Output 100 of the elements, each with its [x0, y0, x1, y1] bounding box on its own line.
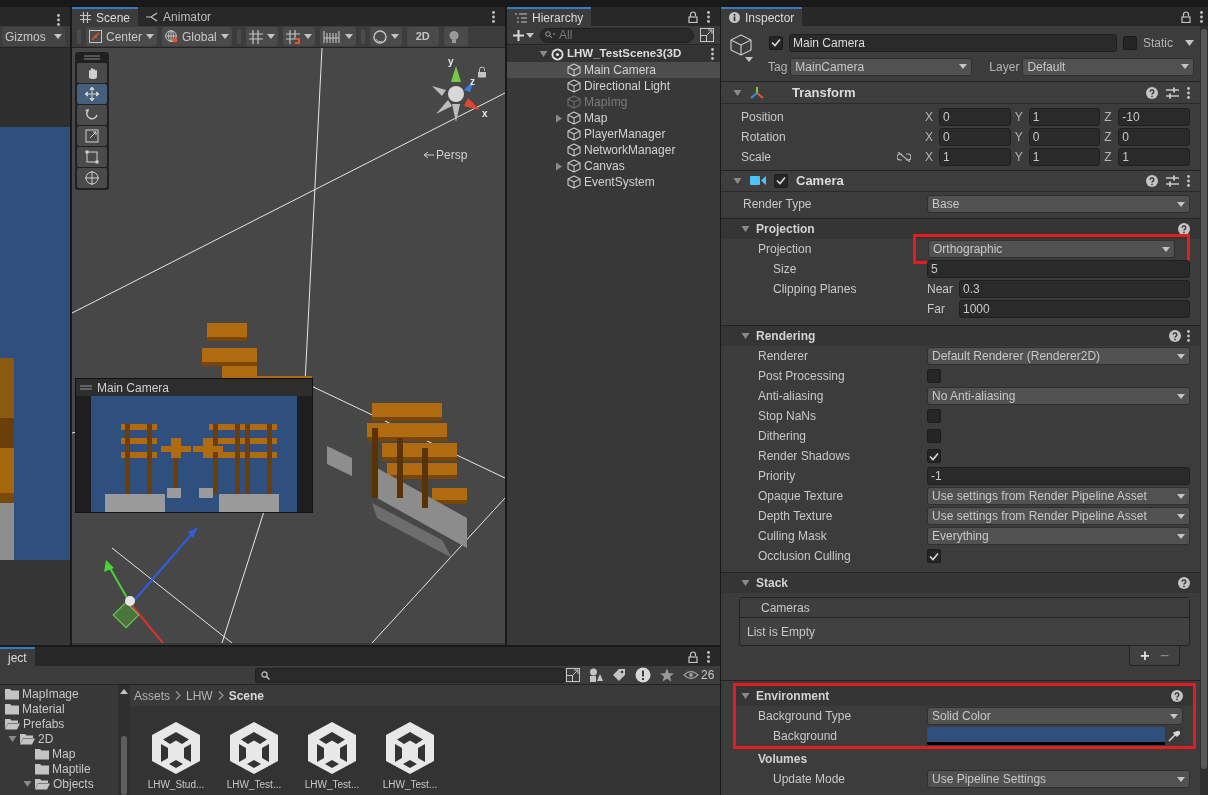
scroll-up-icon[interactable]	[120, 689, 128, 694]
number-field[interactable]: -1	[927, 467, 1190, 485]
number-field[interactable]: 1	[1118, 147, 1190, 166]
section-header[interactable]: Environment	[736, 686, 1193, 706]
hierarchy-item[interactable]: NetworkManager	[507, 142, 720, 158]
scrollbar[interactable]	[1200, 26, 1208, 795]
checkbox[interactable]	[1123, 35, 1137, 50]
asset-item[interactable]: LHW_Test...	[378, 720, 442, 792]
hierarchy-item[interactable]: Main Camera	[507, 62, 720, 78]
dropdown[interactable]: Base	[927, 195, 1190, 213]
name-field[interactable]: Main Camera	[789, 33, 1117, 52]
increment-dropdown[interactable]	[319, 27, 356, 46]
checkbox[interactable]	[927, 449, 941, 463]
panel-tab[interactable]: Hierarchy	[507, 7, 592, 26]
scrollbar[interactable]	[118, 685, 130, 795]
checkbox[interactable]	[927, 369, 941, 383]
panel-tab[interactable]: Scene	[72, 7, 139, 26]
scene-row[interactable]: LHW_TestScene3(3D	[507, 46, 720, 62]
panel-tab[interactable]: Inspector	[721, 7, 803, 26]
dropdown[interactable]: Everything	[927, 527, 1190, 545]
foldout-arrow-icon[interactable]	[741, 692, 750, 700]
snap-dropdown[interactable]	[282, 27, 315, 46]
foldout-arrow-icon[interactable]	[741, 579, 750, 587]
tool-button[interactable]	[77, 126, 107, 146]
cube-icon[interactable]	[729, 33, 753, 57]
checkbox[interactable]	[927, 429, 941, 443]
hierarchy-item[interactable]: EventSystem	[507, 174, 720, 190]
caret-icon[interactable]	[1185, 39, 1194, 46]
breadcrumb-link[interactable]: LHW	[186, 686, 213, 705]
number-field[interactable]: 0	[1118, 127, 1190, 146]
dropdown[interactable]: Solid Color	[927, 707, 1183, 725]
checkbox[interactable]	[774, 173, 788, 188]
dropdown[interactable]: Use settings from Render Pipeline Asset	[927, 507, 1190, 525]
lighting-toggle[interactable]	[443, 27, 468, 46]
help-icon[interactable]	[1178, 577, 1190, 589]
more-icon[interactable]	[492, 10, 495, 23]
grid-dropdown[interactable]	[245, 27, 278, 46]
foldout-arrow-icon[interactable]	[23, 779, 32, 788]
tool-button[interactable]	[77, 105, 107, 125]
dropdown[interactable]: Use Pipeline Settings	[927, 770, 1190, 788]
number-field[interactable]: 0	[1028, 127, 1101, 146]
dropdown[interactable]: No Anti-aliasing	[927, 387, 1190, 405]
number-field[interactable]: -10	[1118, 107, 1190, 126]
more-icon[interactable]	[57, 14, 60, 26]
tool-button[interactable]	[77, 147, 107, 167]
folder-item[interactable]: MapImage	[0, 686, 118, 701]
scene-search-icon[interactable]	[566, 668, 580, 682]
section-header[interactable]: Rendering	[721, 326, 1200, 346]
hierarchy-item[interactable]: Canvas	[507, 158, 720, 174]
tool-button[interactable]	[77, 84, 107, 104]
number-field[interactable]: 1	[939, 147, 1011, 166]
dropdown[interactable]: Use settings from Render Pipeline Asset	[927, 487, 1190, 505]
layer-dropdown[interactable]: Default	[1022, 57, 1194, 76]
checkbox[interactable]	[769, 35, 783, 50]
space-dropdown[interactable]: Global	[162, 27, 232, 46]
dropdown[interactable]: Default Renderer (Renderer2D)	[927, 347, 1190, 365]
number-field[interactable]: 0.3	[959, 280, 1190, 298]
scroll-thumb[interactable]	[1201, 29, 1207, 769]
help-icon[interactable]	[1146, 86, 1158, 99]
add-dropdown[interactable]	[513, 29, 534, 41]
hidden-count-toggle[interactable]: 26	[683, 666, 715, 684]
search-bar[interactable]: All	[540, 27, 694, 43]
expand-arrow-icon[interactable]	[555, 161, 563, 171]
foldout-arrow-icon[interactable]	[8, 734, 17, 743]
panel-tab[interactable]: ject	[0, 647, 35, 666]
more-icon[interactable]	[1187, 330, 1190, 342]
number-field[interactable]: 0	[939, 127, 1011, 146]
move-gizmo-drawing[interactable]	[104, 527, 198, 643]
tool-button[interactable]	[77, 63, 107, 83]
scene-name[interactable]: LHW_TestScene3(3D	[567, 45, 682, 63]
foldout-arrow-icon[interactable]	[733, 176, 742, 185]
asset-item[interactable]: LHW_Stud...	[144, 720, 208, 792]
tag-dropdown[interactable]: MainCamera	[790, 57, 973, 76]
section-header[interactable]: Projection	[721, 219, 1200, 239]
presets-icon[interactable]	[1166, 174, 1179, 187]
help-icon[interactable]	[1178, 223, 1190, 235]
asset-item[interactable]: LHW_Test...	[222, 720, 286, 792]
number-field[interactable]: 1	[1028, 147, 1101, 166]
folder-item[interactable]: Map	[0, 746, 118, 761]
folder-item[interactable]: Objects	[0, 776, 118, 791]
foldout-arrow-icon[interactable]	[539, 50, 548, 58]
warning-icon[interactable]	[635, 667, 651, 683]
gizmos-dropdown[interactable]: Gizmos	[2, 27, 65, 46]
folder-item[interactable]: 2D	[0, 731, 118, 746]
shading-dropdown[interactable]	[369, 27, 402, 46]
breadcrumb-link[interactable]: Scene	[228, 686, 265, 705]
hierarchy-item[interactable]: Directional Light	[507, 78, 720, 94]
foldout-arrow-icon[interactable]	[741, 225, 750, 233]
lock-icon[interactable]	[477, 66, 487, 78]
lock-icon[interactable]	[688, 10, 698, 23]
checkbox[interactable]	[927, 549, 941, 563]
presets-icon[interactable]	[1166, 86, 1179, 99]
foldout-arrow-icon[interactable]	[741, 332, 750, 340]
more-icon[interactable]	[1187, 86, 1190, 99]
number-field[interactable]: 5	[927, 260, 1190, 278]
asset-item[interactable]: LHW_Test...	[300, 720, 364, 792]
number-field[interactable]: 0	[939, 107, 1011, 126]
help-icon[interactable]	[1146, 174, 1158, 187]
breadcrumb-link[interactable]: Assets	[134, 686, 170, 705]
lock-icon[interactable]	[1181, 10, 1191, 23]
